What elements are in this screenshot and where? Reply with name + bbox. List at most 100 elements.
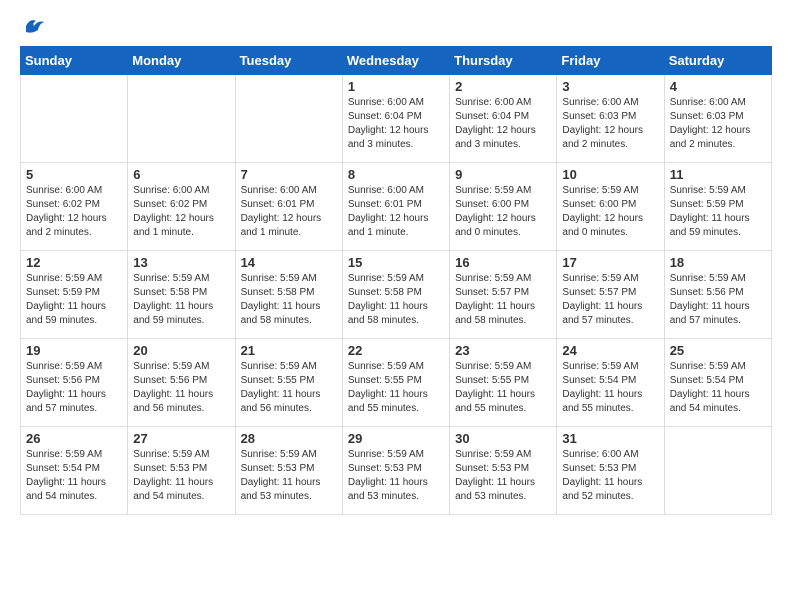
calendar-cell: 25 Sunrise: 5:59 AM Sunset: 5:54 PM Dayli…	[664, 339, 771, 427]
day-info: Sunrise: 6:00 AM Sunset: 6:02 PM Dayligh…	[26, 184, 122, 240]
day-info: Sunrise: 6:00 AM Sunset: 6:04 PM Dayligh…	[348, 96, 444, 152]
calendar-day-header: Sunday	[21, 47, 128, 75]
calendar-cell: 8Sunrise: 6:00 AM Sunset: 6:01 PM Daylig…	[342, 163, 449, 251]
calendar-cell: 29 Sunrise: 5:59 AM Sunset: 5:53 PM Dayli…	[342, 427, 449, 515]
week-row: 26 Sunrise: 5:59 AM Sunset: 5:54 PM Dayli…	[21, 427, 772, 515]
header	[20, 20, 772, 30]
day-number: 11	[670, 167, 766, 182]
day-number: 1	[348, 79, 444, 94]
week-row: 5 Sunrise: 6:00 AM Sunset: 6:02 PM Daylig…	[21, 163, 772, 251]
day-number: 23	[455, 343, 551, 358]
day-number: 27	[133, 431, 229, 446]
day-number: 26	[26, 431, 122, 446]
day-number: 6	[133, 167, 229, 182]
day-info: Sunrise: 5:59 AM Sunset: 5:53 PM Dayligh…	[348, 448, 444, 504]
calendar-cell: 23 Sunrise: 5:59 AM Sunset: 5:55 PM Dayli…	[450, 339, 557, 427]
day-number: 16	[455, 255, 551, 270]
calendar-cell: 13Sunrise: 5:59 AM Sunset: 5:58 PM Dayli…	[128, 251, 235, 339]
day-number: 29	[348, 431, 444, 446]
day-number: 25	[670, 343, 766, 358]
logo-bird-icon	[22, 16, 44, 34]
calendar-cell: 15Sunrise: 5:59 AM Sunset: 5:58 PM Dayli…	[342, 251, 449, 339]
day-number: 15	[348, 255, 444, 270]
week-row: 12 Sunrise: 5:59 AM Sunset: 5:59 PM Dayli…	[21, 251, 772, 339]
day-info: Sunrise: 5:59 AM Sunset: 5:56 PM Dayligh…	[26, 360, 122, 416]
day-info: Sunrise: 5:59 AM Sunset: 5:53 PM Dayligh…	[133, 448, 229, 504]
day-number: 4	[670, 79, 766, 94]
calendar-day-header: Monday	[128, 47, 235, 75]
calendar-header-row: SundayMondayTuesdayWednesdayThursdayFrid…	[21, 47, 772, 75]
day-info: Sunrise: 5:59 AM Sunset: 5:59 PM Dayligh…	[26, 272, 122, 328]
calendar-day-header: Tuesday	[235, 47, 342, 75]
day-info: Sunrise: 5:59 AM Sunset: 5:56 PM Dayligh…	[133, 360, 229, 416]
calendar-cell: 27 Sunrise: 5:59 AM Sunset: 5:53 PM Dayli…	[128, 427, 235, 515]
day-info: Sunrise: 5:59 AM Sunset: 5:59 PM Dayligh…	[670, 184, 766, 240]
calendar-cell: 6 Sunrise: 6:00 AM Sunset: 6:02 PM Daylig…	[128, 163, 235, 251]
day-info: Sunrise: 5:59 AM Sunset: 5:58 PM Dayligh…	[241, 272, 337, 328]
day-info: Sunrise: 6:00 AM Sunset: 6:04 PM Dayligh…	[455, 96, 551, 152]
calendar-day-header: Saturday	[664, 47, 771, 75]
calendar: SundayMondayTuesdayWednesdayThursdayFrid…	[20, 46, 772, 515]
calendar-cell: 5 Sunrise: 6:00 AM Sunset: 6:02 PM Daylig…	[21, 163, 128, 251]
day-number: 10	[562, 167, 658, 182]
day-number: 24	[562, 343, 658, 358]
day-info: Sunrise: 5:59 AM Sunset: 5:57 PM Dayligh…	[455, 272, 551, 328]
day-info: Sunrise: 5:59 AM Sunset: 5:55 PM Dayligh…	[348, 360, 444, 416]
calendar-cell: 18Sunrise: 5:59 AM Sunset: 5:56 PM Dayli…	[664, 251, 771, 339]
week-row: 1 Sunrise: 6:00 AM Sunset: 6:04 PM Daylig…	[21, 75, 772, 163]
calendar-cell	[664, 427, 771, 515]
day-info: Sunrise: 6:00 AM Sunset: 6:01 PM Dayligh…	[241, 184, 337, 240]
calendar-cell: 4 Sunrise: 6:00 AM Sunset: 6:03 PM Daylig…	[664, 75, 771, 163]
day-info: Sunrise: 5:59 AM Sunset: 6:00 PM Dayligh…	[562, 184, 658, 240]
day-number: 31	[562, 431, 658, 446]
logo	[20, 20, 44, 30]
day-number: 3	[562, 79, 658, 94]
day-number: 2	[455, 79, 551, 94]
day-info: Sunrise: 6:00 AM Sunset: 6:03 PM Dayligh…	[562, 96, 658, 152]
day-info: Sunrise: 5:59 AM Sunset: 5:53 PM Dayligh…	[241, 448, 337, 504]
calendar-cell: 21 Sunrise: 5:59 AM Sunset: 5:55 PM Dayli…	[235, 339, 342, 427]
day-info: Sunrise: 5:59 AM Sunset: 5:54 PM Dayligh…	[670, 360, 766, 416]
day-info: Sunrise: 6:00 AM Sunset: 5:53 PM Dayligh…	[562, 448, 658, 504]
day-number: 30	[455, 431, 551, 446]
calendar-cell: 24 Sunrise: 5:59 AM Sunset: 5:54 PM Dayli…	[557, 339, 664, 427]
day-info: Sunrise: 6:00 AM Sunset: 6:02 PM Dayligh…	[133, 184, 229, 240]
day-number: 22	[348, 343, 444, 358]
page: SundayMondayTuesdayWednesdayThursdayFrid…	[0, 0, 792, 525]
calendar-cell: 26 Sunrise: 5:59 AM Sunset: 5:54 PM Dayli…	[21, 427, 128, 515]
day-info: Sunrise: 5:59 AM Sunset: 5:54 PM Dayligh…	[562, 360, 658, 416]
calendar-cell: 17 Sunrise: 5:59 AM Sunset: 5:57 PM Dayli…	[557, 251, 664, 339]
day-info: Sunrise: 5:59 AM Sunset: 5:55 PM Dayligh…	[455, 360, 551, 416]
day-number: 7	[241, 167, 337, 182]
calendar-day-header: Thursday	[450, 47, 557, 75]
calendar-cell: 19 Sunrise: 5:59 AM Sunset: 5:56 PM Dayli…	[21, 339, 128, 427]
day-info: Sunrise: 5:59 AM Sunset: 5:54 PM Dayligh…	[26, 448, 122, 504]
day-number: 13	[133, 255, 229, 270]
day-number: 19	[26, 343, 122, 358]
day-info: Sunrise: 6:00 AM Sunset: 6:03 PM Dayligh…	[670, 96, 766, 152]
calendar-cell: 11 Sunrise: 5:59 AM Sunset: 5:59 PM Dayli…	[664, 163, 771, 251]
day-number: 17	[562, 255, 658, 270]
calendar-cell: 30Sunrise: 5:59 AM Sunset: 5:53 PM Dayli…	[450, 427, 557, 515]
day-number: 28	[241, 431, 337, 446]
calendar-cell: 10 Sunrise: 5:59 AM Sunset: 6:00 PM Dayli…	[557, 163, 664, 251]
day-info: Sunrise: 5:59 AM Sunset: 6:00 PM Dayligh…	[455, 184, 551, 240]
calendar-cell	[128, 75, 235, 163]
day-info: Sunrise: 5:59 AM Sunset: 5:55 PM Dayligh…	[241, 360, 337, 416]
day-number: 12	[26, 255, 122, 270]
calendar-cell: 28 Sunrise: 5:59 AM Sunset: 5:53 PM Dayli…	[235, 427, 342, 515]
calendar-cell: 1 Sunrise: 6:00 AM Sunset: 6:04 PM Daylig…	[342, 75, 449, 163]
calendar-cell: 9Sunrise: 5:59 AM Sunset: 6:00 PM Daylig…	[450, 163, 557, 251]
day-info: Sunrise: 5:59 AM Sunset: 5:57 PM Dayligh…	[562, 272, 658, 328]
calendar-cell: 2 Sunrise: 6:00 AM Sunset: 6:04 PM Daylig…	[450, 75, 557, 163]
calendar-cell	[235, 75, 342, 163]
calendar-day-header: Wednesday	[342, 47, 449, 75]
calendar-cell: 20Sunrise: 5:59 AM Sunset: 5:56 PM Dayli…	[128, 339, 235, 427]
calendar-cell	[21, 75, 128, 163]
calendar-day-header: Friday	[557, 47, 664, 75]
day-number: 18	[670, 255, 766, 270]
day-number: 21	[241, 343, 337, 358]
day-number: 5	[26, 167, 122, 182]
calendar-cell: 3 Sunrise: 6:00 AM Sunset: 6:03 PM Daylig…	[557, 75, 664, 163]
calendar-cell: 7 Sunrise: 6:00 AM Sunset: 6:01 PM Daylig…	[235, 163, 342, 251]
